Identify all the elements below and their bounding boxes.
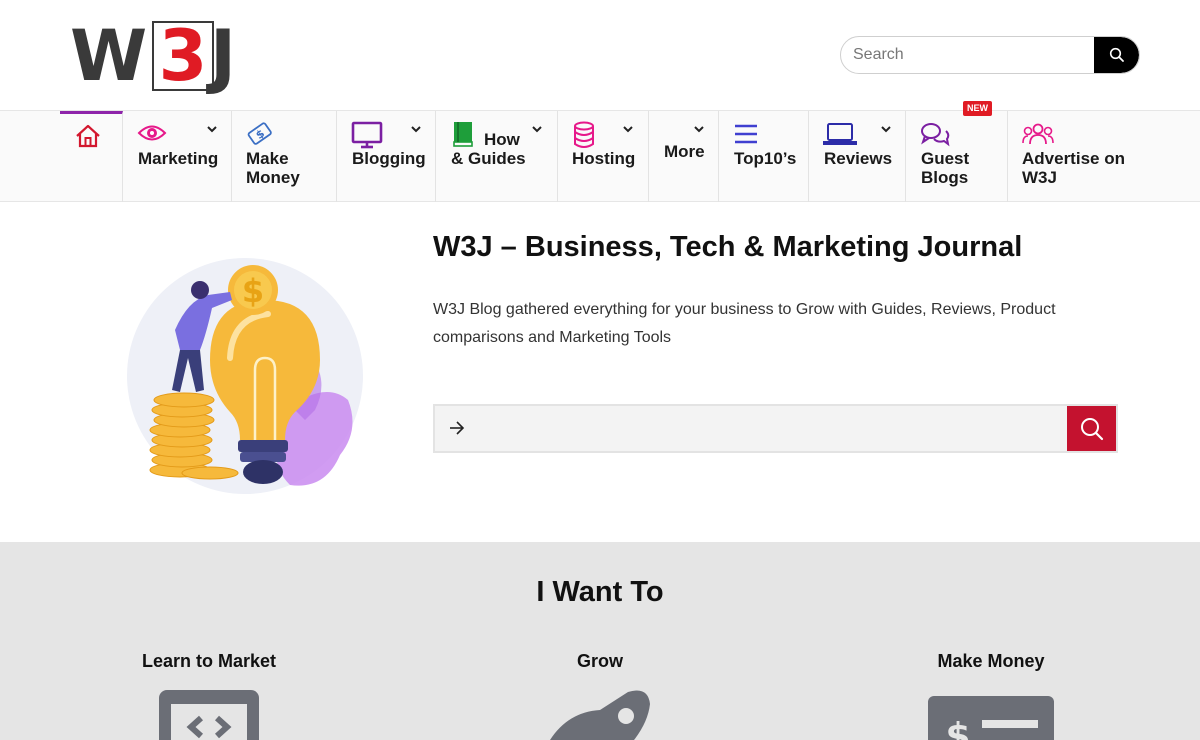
nav-item-reviews[interactable]: Reviews xyxy=(809,111,906,202)
monitor-icon xyxy=(351,121,383,149)
hero-title: W3J – Business, Tech & Marketing Journal xyxy=(433,231,1023,263)
nav-label-make: Make xyxy=(246,149,289,168)
nav-item-advertise[interactable]: Advertise on W3J xyxy=(1008,111,1148,202)
section-title: I Want To xyxy=(536,576,664,608)
chevron-down-icon xyxy=(532,126,542,133)
option-learn-to-market[interactable]: Learn to Market xyxy=(59,651,359,672)
nav-item-make-money[interactable]: $ Make Money xyxy=(232,111,337,202)
nav-label-blogs: Blogs xyxy=(921,168,969,187)
chevron-down-icon xyxy=(881,126,891,133)
nav-item-marketing[interactable]: Marketing xyxy=(123,111,232,202)
database-icon xyxy=(574,121,594,148)
option-make-money[interactable]: Make Money xyxy=(841,651,1141,672)
hero-search-input[interactable] xyxy=(475,406,1065,451)
hero-description: W3J Blog gathered everything for your bu… xyxy=(433,301,1056,346)
logo-3: 3 xyxy=(152,21,214,91)
nav-label-how: How xyxy=(484,130,520,149)
nav-item-hosting[interactable]: Hosting xyxy=(558,111,649,202)
arrow-right-icon xyxy=(450,421,465,435)
chevron-down-icon xyxy=(411,126,421,133)
nav-item-more[interactable]: More xyxy=(649,111,719,202)
book-icon xyxy=(453,122,473,147)
header-search xyxy=(840,36,1140,74)
hero-search-button[interactable] xyxy=(1067,406,1116,451)
nav-label-more: More xyxy=(664,142,705,161)
money-icon: $ xyxy=(247,122,272,145)
nav-item-home[interactable] xyxy=(60,111,123,202)
svg-text:$: $ xyxy=(253,127,267,142)
chevron-down-icon xyxy=(623,126,633,133)
logo-j: J xyxy=(210,15,236,97)
i-want-to-section: I Want To Learn to Market Grow Make Mone… xyxy=(0,542,1200,740)
svg-text:$: $ xyxy=(945,716,970,740)
search-icon xyxy=(1080,417,1103,440)
home-icon xyxy=(76,124,100,148)
users-icon xyxy=(1022,123,1054,145)
main-nav: Marketing $ Make Money Blogging How & Gu… xyxy=(0,110,1200,202)
chevron-down-icon xyxy=(694,126,704,133)
nav-label-advertise: Advertise on xyxy=(1022,149,1125,168)
nav-item-blogging[interactable]: Blogging xyxy=(337,111,436,202)
nav-item-top10[interactable]: Top10’s xyxy=(719,111,809,202)
rocket-icon xyxy=(550,690,650,740)
nav-label-blogging: Blogging xyxy=(352,149,426,168)
logo-w: W xyxy=(70,15,147,97)
nav-label-guest: Guest xyxy=(921,149,970,168)
site-logo[interactable]: W 3 J xyxy=(60,18,256,94)
header-search-button[interactable] xyxy=(1094,37,1139,73)
nav-label-w3j: W3J xyxy=(1022,168,1057,187)
list-icon xyxy=(735,124,757,144)
hero-illustration: $ xyxy=(120,240,370,500)
nav-item-how-guides[interactable]: How & Guides xyxy=(436,111,558,202)
option-grow[interactable]: Grow xyxy=(450,651,750,672)
chevron-down-icon xyxy=(207,126,217,133)
nav-label-hosting: Hosting xyxy=(572,149,636,168)
nav-label-money: Money xyxy=(246,168,300,187)
header-search-input[interactable] xyxy=(853,37,1093,73)
hero-search xyxy=(433,404,1118,453)
laptop-icon xyxy=(823,123,857,145)
new-badge: NEW xyxy=(963,101,992,116)
svg-text:$: $ xyxy=(242,272,264,310)
code-window-icon xyxy=(159,690,259,740)
nav-label-reviews: Reviews xyxy=(824,149,893,168)
eye-icon xyxy=(137,125,167,141)
dollar-check-icon: $ xyxy=(928,696,1054,740)
search-icon xyxy=(1109,47,1124,62)
nav-label-marketing: Marketing xyxy=(138,149,219,168)
site-header: W 3 J xyxy=(0,0,1200,110)
chat-icon xyxy=(921,123,950,147)
nav-item-guest-blogs[interactable]: Guest Blogs xyxy=(906,111,1008,202)
nav-label-top10: Top10’s xyxy=(734,149,797,168)
nav-label-guides: & Guides xyxy=(451,149,526,168)
